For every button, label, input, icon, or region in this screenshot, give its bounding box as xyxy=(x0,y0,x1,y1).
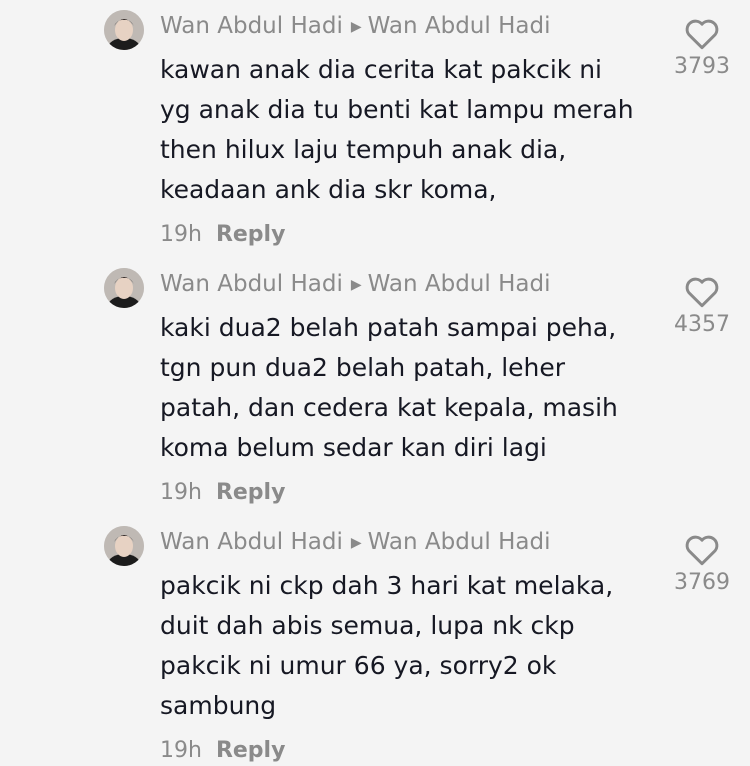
reply-button[interactable]: Reply xyxy=(216,738,286,763)
comment-line: duit dah abis semua, lupa nk ckp xyxy=(160,611,575,640)
comment-header: Wan Abdul Hadi ▶ Wan Abdul Hadi xyxy=(160,10,550,42)
comment-header: Wan Abdul Hadi ▶ Wan Abdul Hadi xyxy=(160,268,550,300)
comment-meta: 19h Reply xyxy=(160,220,285,250)
like-count: 3793 xyxy=(674,54,730,79)
play-arrow-icon: ▶ xyxy=(350,535,362,551)
comment-line: tgn pun dua2 belah patah, leher xyxy=(160,353,566,382)
like-button[interactable]: 4357 xyxy=(666,274,738,337)
comment-line: kawan anak dia cerita kat pakcik ni xyxy=(160,55,603,84)
comment-line: pakcik ni ckp dah 3 hari kat melaka, xyxy=(160,571,614,600)
comment-meta: 19h Reply xyxy=(160,736,285,766)
author-name[interactable]: Wan Abdul Hadi xyxy=(160,13,343,39)
avatar[interactable] xyxy=(104,268,144,308)
timestamp: 19h xyxy=(160,738,202,763)
heart-outline-icon xyxy=(685,535,719,566)
comment-line: yg anak dia tu benti kat lampu merah xyxy=(160,95,634,124)
reply-button[interactable]: Reply xyxy=(216,222,286,247)
avatar-image xyxy=(104,268,144,308)
comment-text: pakcik ni ckp dah 3 hari kat melaka, dui… xyxy=(160,566,670,726)
comment-line: patah, dan cedera kat kepala, masih xyxy=(160,393,618,422)
timestamp: 19h xyxy=(160,222,202,247)
comment-line: keadaan ank dia skr koma, xyxy=(160,175,497,204)
author-name[interactable]: Wan Abdul Hadi xyxy=(160,529,343,555)
avatar[interactable] xyxy=(104,526,144,566)
avatar-image xyxy=(104,10,144,50)
timestamp: 19h xyxy=(160,480,202,505)
like-button[interactable]: 3769 xyxy=(666,532,738,595)
like-count: 3769 xyxy=(674,570,730,595)
heart-outline-icon xyxy=(685,19,719,50)
like-button[interactable]: 3793 xyxy=(666,16,738,79)
comment-text: kawan anak dia cerita kat pakcik ni yg a… xyxy=(160,50,670,210)
reply-to-name[interactable]: Wan Abdul Hadi xyxy=(368,529,551,555)
comment-line: sambung xyxy=(160,691,277,720)
comment-line: kaki dua2 belah patah sampai peha, xyxy=(160,313,617,342)
like-count: 4357 xyxy=(674,312,730,337)
reply-button[interactable]: Reply xyxy=(216,480,286,505)
play-arrow-icon: ▶ xyxy=(350,19,362,35)
comment-line: koma belum sedar kan diri lagi xyxy=(160,433,547,462)
play-arrow-icon: ▶ xyxy=(350,277,362,293)
comment-header: Wan Abdul Hadi ▶ Wan Abdul Hadi xyxy=(160,526,550,558)
comment-line: pakcik ni umur 66 ya, sorry2 ok xyxy=(160,651,557,680)
comment-text: kaki dua2 belah patah sampai peha, tgn p… xyxy=(160,308,670,468)
comment-meta: 19h Reply xyxy=(160,478,285,508)
heart-outline-icon xyxy=(685,277,719,308)
author-name[interactable]: Wan Abdul Hadi xyxy=(160,271,343,297)
avatar[interactable] xyxy=(104,10,144,50)
reply-to-name[interactable]: Wan Abdul Hadi xyxy=(368,271,551,297)
reply-to-name[interactable]: Wan Abdul Hadi xyxy=(368,13,551,39)
avatar-image xyxy=(104,526,144,566)
comment-line: then hilux laju tempuh anak dia, xyxy=(160,135,567,164)
